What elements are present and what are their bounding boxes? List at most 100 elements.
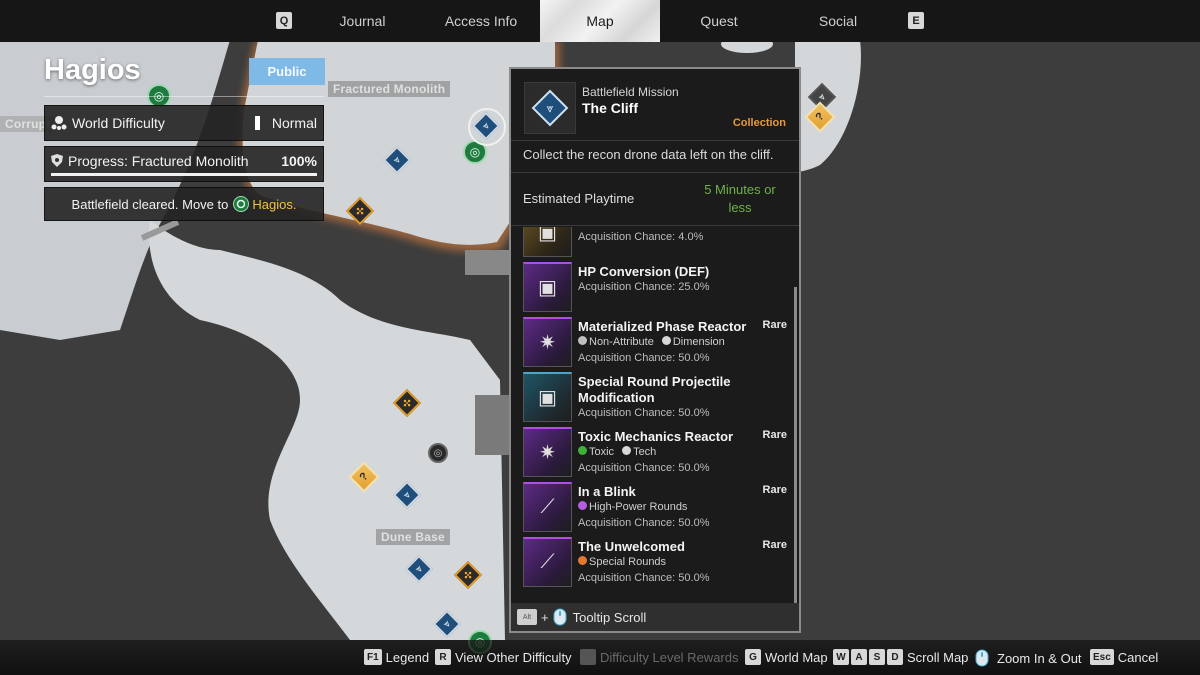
key-d: D bbox=[887, 649, 903, 665]
world-difficulty-row[interactable]: World Difficulty Normal bbox=[44, 105, 324, 141]
mod-icon: ▣ bbox=[538, 277, 557, 299]
reward-rarity: Rare bbox=[762, 484, 787, 496]
reward-name: In a Blink bbox=[578, 484, 636, 499]
progress-value: 100% bbox=[281, 152, 317, 169]
attribute-label: Dimension bbox=[672, 336, 725, 348]
attribute-tag: Toxic bbox=[578, 446, 614, 458]
reward-attributes: High-Power Rounds bbox=[578, 501, 691, 513]
attribute-label: Tech bbox=[633, 446, 657, 458]
hint-label: Legend bbox=[385, 649, 430, 665]
world-difficulty-value: Normal bbox=[271, 115, 317, 131]
mission-marker[interactable]: ⩔ bbox=[432, 609, 463, 640]
reward-acquisition-chance: Acquisition Chance: 50.0% bbox=[578, 572, 710, 584]
hint-difficulty-level-rewards: F Difficulty Level Rewards bbox=[580, 649, 738, 665]
hint-view-other-difficulty[interactable]: R View Other Difficulty bbox=[435, 649, 572, 665]
world-difficulty-icon bbox=[51, 115, 67, 131]
weapon-icon: ⟋ bbox=[540, 551, 555, 573]
attribute-icon bbox=[578, 556, 587, 565]
reward-acquisition-chance: Acquisition Chance: 4.0% bbox=[578, 231, 704, 243]
reward-thumbnail: ✷ bbox=[523, 427, 572, 477]
reward-rarity: Rare bbox=[762, 539, 787, 551]
mission-tooltip: ⩔ Battlefield Mission The Cliff Collecti… bbox=[509, 67, 801, 633]
unknown-event-marker[interactable]: ? bbox=[348, 461, 380, 493]
reward-item[interactable]: ▣ Special Round Projectile Modification Ac… bbox=[523, 372, 791, 424]
reward-list-scrollbar[interactable] bbox=[794, 287, 797, 603]
hint-legend[interactable]: F1 Legend bbox=[364, 649, 429, 665]
hint-label: Zoom In & Out bbox=[997, 650, 1082, 666]
void-marker[interactable]: ✣ bbox=[392, 388, 423, 419]
attribute-tag: Dimension bbox=[661, 336, 725, 348]
public-badge[interactable]: Public bbox=[249, 58, 325, 85]
attribute-label: Toxic bbox=[589, 446, 615, 458]
attribute-tag: High-Power Rounds bbox=[578, 501, 687, 513]
hint-world-map[interactable]: G World Map bbox=[745, 649, 828, 665]
hint-scroll-map[interactable]: W A S D Scroll Map bbox=[833, 649, 968, 665]
reward-thumbnail: ✷ bbox=[523, 317, 572, 367]
reward-thumbnail: ⟋ bbox=[523, 537, 572, 587]
reward-thumbnail: ▣ bbox=[523, 227, 572, 257]
tab-journal[interactable]: Journal bbox=[300, 0, 425, 42]
key-esc: Esc bbox=[1090, 649, 1114, 665]
prev-tab-key[interactable]: Q bbox=[276, 12, 292, 29]
mission-marker[interactable]: ⩔ bbox=[392, 480, 423, 511]
reward-list[interactable]: ▣ Acquisition Chance: 4.0% ▣ HP Conversion … bbox=[511, 227, 793, 601]
reward-name: The Unwelcomed bbox=[578, 539, 685, 554]
reward-item[interactable]: ✷ Materialized Phase Reactor Rare Non-Attri… bbox=[523, 317, 791, 369]
next-tab-key[interactable]: E bbox=[908, 12, 924, 29]
hint-label: Difficulty Level Rewards bbox=[600, 649, 739, 665]
key-f: F bbox=[580, 649, 596, 665]
hint-zoom-in-out[interactable]: Zoom In & Out bbox=[975, 649, 1082, 667]
reward-thumbnail: ▣ bbox=[523, 262, 572, 312]
mod-icon: ▣ bbox=[538, 387, 557, 409]
map-label-fractured-monolith: Fractured Monolith bbox=[328, 81, 451, 97]
mouse-wheel-icon bbox=[975, 649, 989, 667]
mission-marker[interactable]: ⩔ bbox=[404, 554, 435, 585]
alt-key: Alt bbox=[517, 609, 537, 625]
plus-sign: + bbox=[541, 609, 549, 625]
mouse-wheel-icon bbox=[553, 608, 567, 626]
reward-name: HP Conversion (DEF) bbox=[578, 264, 710, 279]
hint-label: Scroll Map bbox=[907, 649, 969, 665]
locked-outpost-marker[interactable]: ◎ bbox=[428, 443, 454, 469]
progress-bar bbox=[51, 172, 317, 176]
reactor-icon: ✷ bbox=[539, 442, 556, 464]
tab-access-info[interactable]: Access Info bbox=[420, 0, 542, 42]
progress-row: Progress: Fractured Monolith 100% bbox=[44, 146, 324, 182]
selected-mission-marker[interactable]: ⩔ bbox=[468, 108, 506, 146]
reward-acquisition-chance: Acquisition Chance: 50.0% bbox=[578, 352, 710, 364]
unknown-event-marker[interactable]: ? bbox=[804, 101, 836, 133]
tab-social[interactable]: Social bbox=[778, 0, 898, 42]
cleared-destination-link[interactable]: Hagios. bbox=[252, 197, 296, 212]
attribute-label: Non-Attribute bbox=[589, 336, 654, 348]
reward-item[interactable]: ▣ Acquisition Chance: 4.0% bbox=[523, 227, 791, 259]
difficulty-level-bar bbox=[254, 116, 260, 130]
attribute-tag: Non-Attribute bbox=[578, 336, 654, 348]
weapon-icon: ⟋ bbox=[540, 496, 555, 518]
mission-category: Battlefield Mission bbox=[582, 85, 679, 99]
mission-title: The Cliff bbox=[582, 100, 638, 116]
void-marker[interactable]: ✣ bbox=[345, 196, 376, 227]
progress-label: Progress: Fractured Monolith bbox=[68, 152, 249, 169]
tab-map[interactable]: Map bbox=[540, 0, 660, 42]
reward-rarity: Rare bbox=[762, 319, 787, 331]
mission-marker[interactable]: ⩔ bbox=[382, 145, 413, 176]
void-marker[interactable]: ✣ bbox=[453, 560, 484, 591]
cleared-text: Battlefield cleared. Move to bbox=[71, 196, 229, 212]
reward-acquisition-chance: Acquisition Chance: 50.0% bbox=[578, 462, 710, 474]
key-s: S bbox=[869, 649, 885, 665]
map-label-dune-base: Dune Base bbox=[376, 529, 450, 545]
map-screen: Fractured Monolith Dune Base Corrupt ◎ ◎… bbox=[0, 0, 1200, 675]
reward-item[interactable]: ⟋ In a Blink Rare High-Power Rounds Acquisit… bbox=[523, 482, 791, 534]
hint-label: View Other Difficulty bbox=[455, 649, 572, 665]
reward-thumbnail: ▣ bbox=[523, 372, 572, 422]
playtime-label: Estimated Playtime bbox=[523, 191, 635, 206]
reward-thumbnail: ⟋ bbox=[523, 482, 572, 532]
reward-item[interactable]: ✷ Toxic Mechanics Reactor Rare Toxic Tech Acq… bbox=[523, 427, 791, 479]
reward-item[interactable]: ▣ HP Conversion (DEF) Acquisition Chance: … bbox=[523, 262, 791, 314]
outpost-icon bbox=[233, 196, 250, 212]
hint-label: World Map bbox=[765, 649, 828, 665]
reward-item[interactable]: ⟋ The Unwelcomed Rare Special Rounds Acquisi… bbox=[523, 537, 791, 589]
hint-cancel[interactable]: Esc Cancel bbox=[1090, 649, 1158, 665]
key-r: R bbox=[435, 649, 451, 665]
tab-quest[interactable]: Quest bbox=[660, 0, 778, 42]
